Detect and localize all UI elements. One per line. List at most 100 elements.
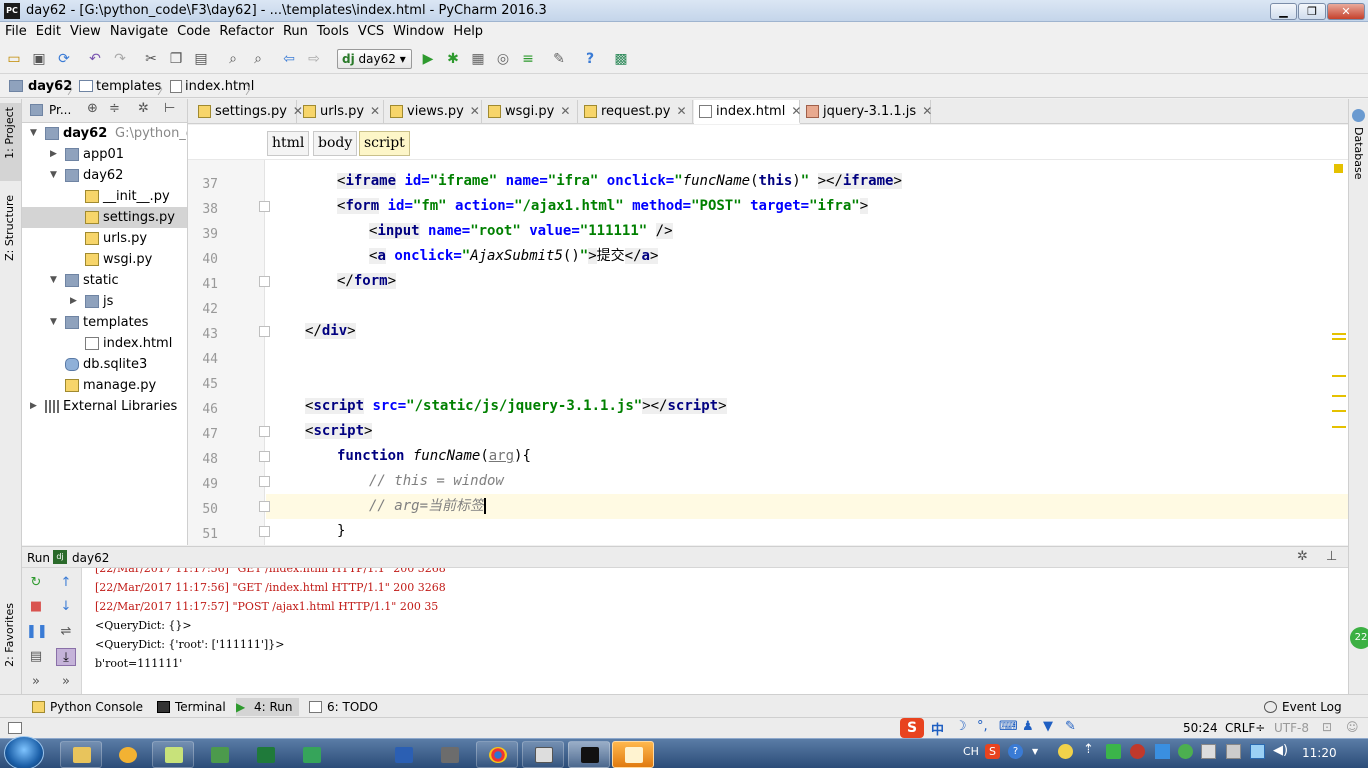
tree-item[interactable]: manage.py: [22, 375, 187, 396]
todo-tab[interactable]: 6: TODO: [309, 698, 378, 716]
help-tray-icon[interactable]: ?: [1008, 744, 1023, 759]
tree-item[interactable]: ▶ External Libraries: [22, 396, 187, 417]
fold-marker[interactable]: [259, 526, 270, 537]
tab-settings-py[interactable]: settings.py ✕: [193, 100, 303, 124]
concurrency-icon[interactable]: ≡: [520, 51, 536, 67]
run-tab[interactable]: ▶ 4: Run: [236, 698, 299, 716]
structure-tool-tab[interactable]: Z: Structure: [3, 195, 16, 261]
taskbar-notepad[interactable]: [152, 741, 194, 768]
run-console[interactable]: [22/Mar/2017 11:17:56] "GET /index.html …: [82, 568, 1348, 694]
crumb-project[interactable]: day62: [28, 79, 72, 94]
open-folder-icon[interactable]: ▭: [6, 51, 22, 67]
more-actions-icon[interactable]: »: [26, 673, 46, 691]
collapsed-arrow-icon[interactable]: ▶: [50, 144, 57, 165]
menu-edit[interactable]: Edit: [31, 22, 65, 39]
tag-crumb-html[interactable]: html: [267, 131, 310, 156]
rerun-icon[interactable]: ↻: [26, 574, 46, 592]
tab-jquery-js[interactable]: jquery-3.1.1.js ✕: [801, 100, 932, 124]
error-stripe[interactable]: [1330, 160, 1348, 545]
sogou-ime-icon[interactable]: S: [900, 718, 924, 738]
settings-wrench-icon[interactable]: ✎: [551, 51, 567, 67]
copy-icon[interactable]: ❐: [168, 51, 184, 67]
tag-crumb-body[interactable]: body: [313, 131, 358, 156]
file-encoding[interactable]: UTF-8: [1274, 721, 1309, 735]
stop-icon[interactable]: ■: [26, 598, 46, 616]
hide-panel-icon[interactable]: ⊥: [1326, 549, 1337, 564]
ime-punctuation-icon[interactable]: °,: [977, 719, 988, 734]
scroll-to-end-icon[interactable]: ⤓: [56, 648, 76, 666]
project-view-select[interactable]: Pr...: [49, 103, 71, 117]
system-clock[interactable]: 11:20: [1302, 746, 1337, 760]
taskbar-qq[interactable]: [106, 741, 148, 768]
fold-marker[interactable]: [259, 451, 270, 462]
sogou-tray-icon[interactable]: S: [985, 744, 1000, 759]
close-button[interactable]: ✕: [1327, 3, 1365, 20]
menu-tools[interactable]: Tools: [312, 22, 353, 39]
taskbar-pycharm[interactable]: [568, 741, 610, 768]
close-icon[interactable]: ✕: [370, 104, 380, 118]
python-console-tab[interactable]: Python Console: [32, 698, 143, 716]
tray-app-icon[interactable]: [1250, 744, 1265, 759]
tree-item[interactable]: index.html: [22, 333, 187, 354]
menu-navigate[interactable]: Navigate: [105, 22, 172, 39]
fold-marker[interactable]: [259, 276, 270, 287]
start-button[interactable]: [4, 736, 44, 768]
network-icon[interactable]: [1226, 744, 1241, 759]
crumb-file[interactable]: index.html: [185, 79, 254, 94]
close-icon[interactable]: ✕: [470, 104, 480, 118]
terminal-tab[interactable]: Terminal: [157, 698, 226, 716]
gear-icon[interactable]: ✲: [138, 101, 149, 116]
tray-app-icon[interactable]: [1106, 744, 1121, 759]
find-icon[interactable]: ⌕: [225, 51, 241, 67]
tray-app-icon[interactable]: [1058, 744, 1073, 759]
replace-icon[interactable]: ⌕: [250, 51, 266, 67]
save-icon[interactable]: ▣: [31, 51, 47, 67]
notification-badge[interactable]: 22: [1350, 627, 1368, 649]
close-icon[interactable]: ✕: [791, 104, 801, 118]
event-log-tab[interactable]: Event Log: [1264, 698, 1342, 716]
caret-position[interactable]: 50:24: [1183, 721, 1218, 735]
gear-icon[interactable]: ✲: [1297, 549, 1308, 564]
tray-device-icon[interactable]: [1201, 744, 1216, 759]
help-icon[interactable]: ?: [582, 51, 598, 67]
expanded-arrow-icon[interactable]: ▼: [50, 312, 57, 333]
run-icon[interactable]: ▶: [420, 51, 436, 67]
menu-run[interactable]: Run: [278, 22, 312, 39]
sync-icon[interactable]: ⟳: [56, 51, 72, 67]
favorites-tool-tab[interactable]: 2: Favorites: [3, 603, 16, 667]
expanded-arrow-icon[interactable]: ▼: [30, 123, 37, 144]
crumb-templates[interactable]: templates: [96, 79, 161, 94]
project-tool-tab[interactable]: 1: Project: [3, 107, 16, 159]
tray-record-icon[interactable]: [1130, 744, 1145, 759]
ime-user-icon[interactable]: ♟: [1022, 719, 1034, 734]
menu-file[interactable]: File: [0, 22, 31, 39]
tree-item[interactable]: ▼ day62 G:\python_co: [22, 123, 187, 144]
tree-item[interactable]: ▶ js: [22, 291, 187, 312]
menu-view[interactable]: View: [65, 22, 105, 39]
menu-help[interactable]: Help: [448, 22, 487, 39]
tab-wsgi-py[interactable]: wsgi.py ✕: [483, 100, 578, 124]
profile-icon[interactable]: ◎: [495, 51, 511, 67]
cut-icon[interactable]: ✂: [143, 51, 159, 67]
redo-icon[interactable]: ↷: [112, 51, 128, 67]
taskbar-editor[interactable]: [290, 741, 332, 768]
collapsed-arrow-icon[interactable]: ▶: [30, 396, 37, 417]
tree-item[interactable]: ▶ app01: [22, 144, 187, 165]
lock-icon[interactable]: ⊡: [1322, 720, 1332, 734]
run-config-select[interactable]: dj day62 ▾: [337, 49, 412, 69]
tree-item[interactable]: ▼ static: [22, 270, 187, 291]
minimize-button[interactable]: ▁: [1270, 3, 1297, 20]
inspector-icon[interactable]: ☺: [1346, 720, 1359, 734]
tree-item[interactable]: ▼ day62: [22, 165, 187, 186]
scroll-down-icon[interactable]: ↓: [56, 598, 76, 616]
close-icon[interactable]: ✕: [677, 104, 687, 118]
taskbar-explorer[interactable]: [60, 741, 102, 768]
forward-icon[interactable]: ⇨: [306, 51, 322, 67]
taskbar-excel[interactable]: [244, 741, 286, 768]
menu-refactor[interactable]: Refactor: [214, 22, 278, 39]
soft-wrap-icon[interactable]: ⇌: [56, 623, 76, 641]
restore-layout-icon[interactable]: ▤: [26, 648, 46, 666]
tree-item[interactable]: urls.py: [22, 228, 187, 249]
fold-marker[interactable]: [259, 326, 270, 337]
ime-skin-icon[interactable]: ▼: [1043, 719, 1053, 734]
